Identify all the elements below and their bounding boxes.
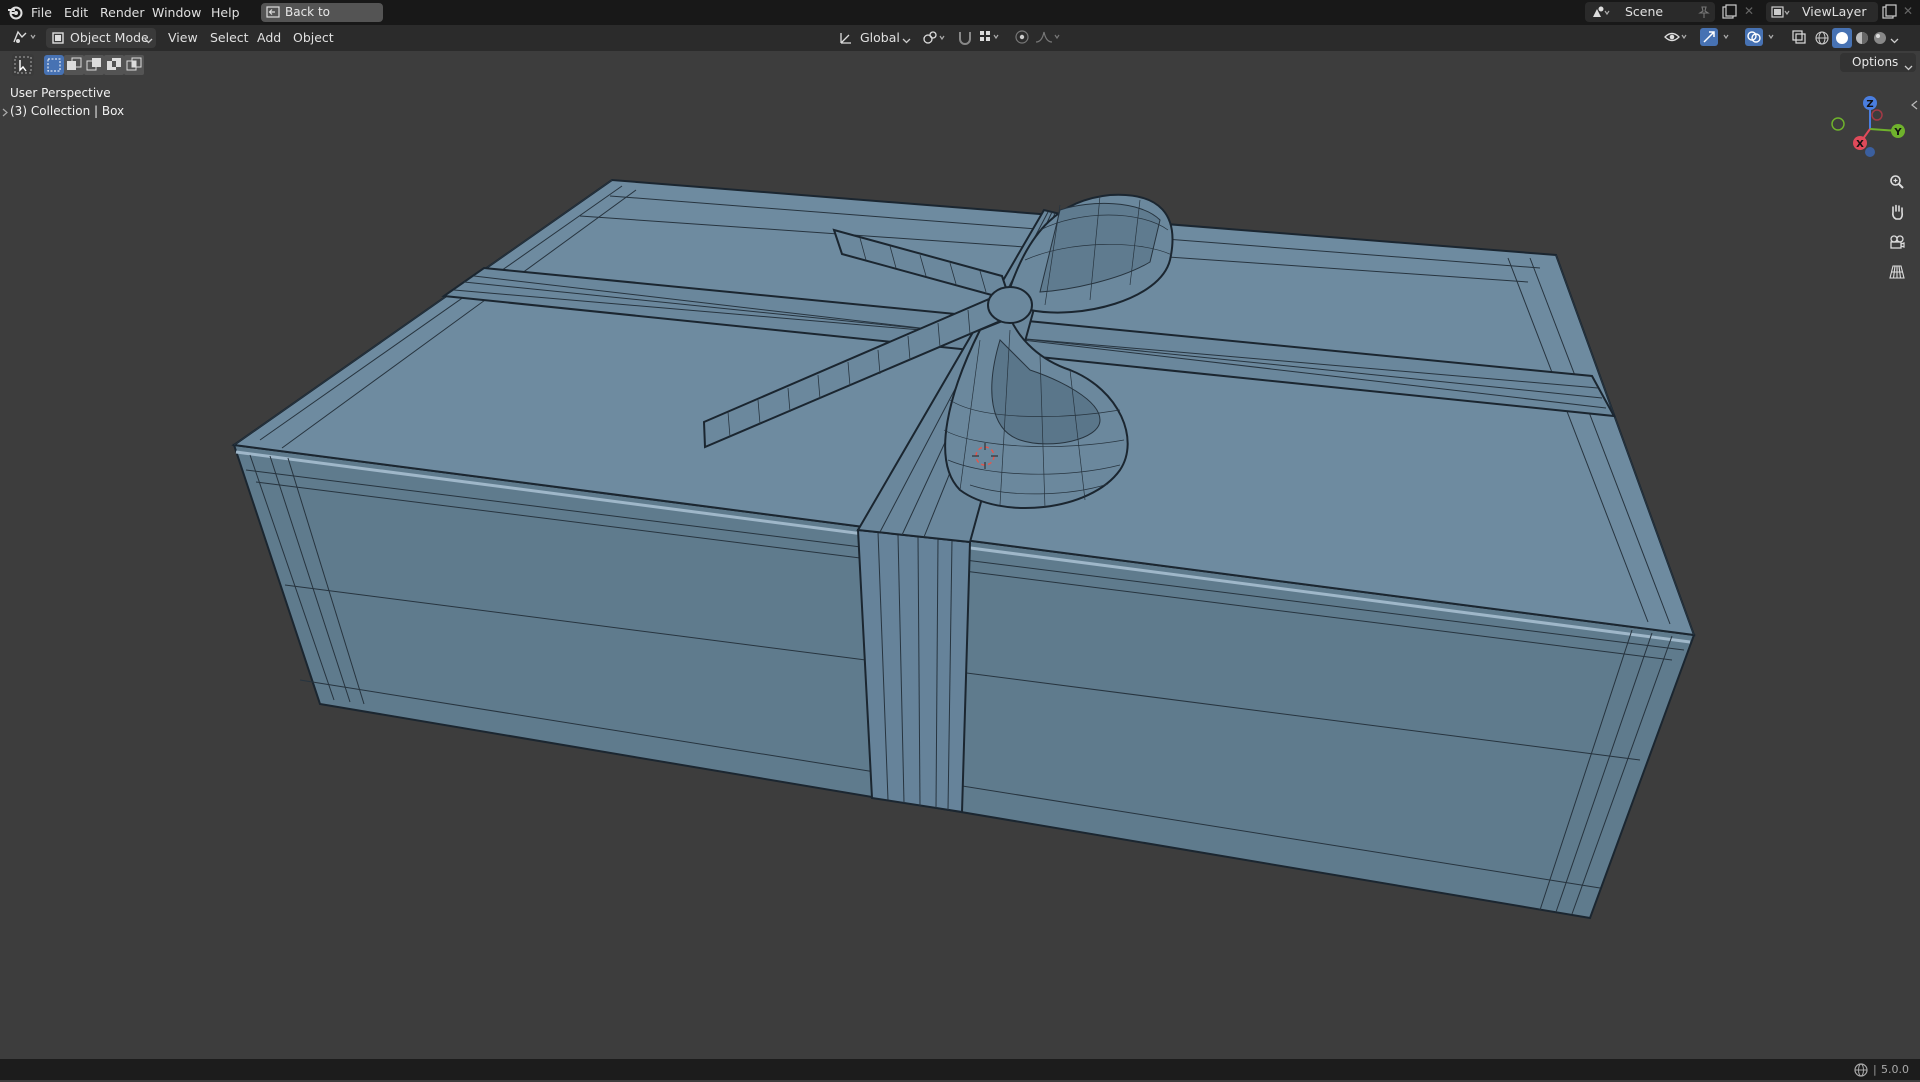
top-bar: File Edit Render Window Help Back to Pre… bbox=[0, 0, 1920, 38]
scene-icon bbox=[1591, 5, 1611, 23]
navigation-gizmo[interactable]: Z Y X bbox=[1820, 89, 1920, 169]
back-to-previous-button[interactable]: Back to Previous bbox=[261, 3, 383, 38]
perspective-toggle-button[interactable] bbox=[1884, 259, 1910, 285]
status-bar: | 5.0.0 bbox=[0, 1059, 1920, 1080]
gizmo-toggle-icon[interactable] bbox=[1700, 28, 1734, 50]
chevron-down-icon bbox=[144, 34, 153, 49]
bow-knot bbox=[987, 286, 1033, 324]
scene-selector[interactable]: Scene bbox=[1585, 2, 1715, 22]
new-view-layer-icon[interactable] bbox=[1881, 4, 1897, 24]
shading-mode-group bbox=[1812, 28, 1900, 48]
view-layer-selector[interactable]: ViewLayer bbox=[1766, 2, 1878, 22]
3d-viewport[interactable]: Options User Perspective (3) Collection … bbox=[0, 51, 1920, 1059]
overlays-toggle-icon[interactable] bbox=[1745, 28, 1779, 50]
gizmo-neg-z bbox=[1865, 147, 1875, 157]
solid-shading-icon[interactable] bbox=[1832, 28, 1852, 52]
falloff-icon[interactable] bbox=[1034, 29, 1062, 49]
view-layer-name[interactable]: ViewLayer bbox=[1802, 2, 1867, 22]
gizmo-z-label: Z bbox=[1866, 99, 1873, 110]
network-icon bbox=[1853, 1062, 1869, 1082]
new-scene-icon[interactable] bbox=[1721, 4, 1737, 24]
chevron-down-icon bbox=[902, 34, 911, 49]
gizmo-neg-y bbox=[1831, 117, 1845, 131]
gift-box-mesh[interactable] bbox=[0, 51, 1920, 1059]
remove-view-layer-icon[interactable]: ✕ bbox=[1903, 4, 1913, 18]
menu-window[interactable]: Window bbox=[152, 3, 201, 22]
sidebar-toggle-icon[interactable] bbox=[1911, 99, 1918, 114]
menu-add[interactable]: Add bbox=[257, 28, 281, 48]
grid-icon bbox=[1889, 264, 1905, 284]
wireframe-shading-icon[interactable] bbox=[1814, 30, 1830, 50]
gizmo-x-label: X bbox=[1856, 139, 1864, 150]
gizmo-y-label: Y bbox=[1893, 127, 1902, 138]
camera-icon bbox=[1889, 234, 1905, 254]
menu-edit[interactable]: Edit bbox=[64, 3, 88, 22]
menu-help[interactable]: Help bbox=[211, 3, 240, 22]
object-visibility-icon[interactable] bbox=[1663, 29, 1691, 49]
viewport-header: Object Mode View Select Add Object Globa… bbox=[0, 25, 1920, 51]
editor-type-icon[interactable] bbox=[12, 29, 40, 49]
menu-view[interactable]: View bbox=[168, 28, 198, 48]
gizmo-neg-x bbox=[1871, 109, 1883, 121]
snap-target-icon[interactable] bbox=[978, 29, 1004, 49]
mode-selector[interactable]: Object Mode bbox=[46, 28, 156, 48]
zoom-icon bbox=[1889, 174, 1905, 194]
pin-icon[interactable] bbox=[1697, 5, 1711, 23]
menu-select[interactable]: Select bbox=[210, 28, 249, 48]
blender-logo-icon[interactable] bbox=[6, 4, 24, 24]
pivot-point-icon[interactable] bbox=[922, 30, 950, 50]
scene-name[interactable]: Scene bbox=[1625, 2, 1663, 22]
back-icon bbox=[266, 5, 280, 25]
view-layer-icon bbox=[1770, 5, 1792, 23]
hand-icon bbox=[1889, 203, 1905, 225]
mode-label: Object Mode bbox=[70, 30, 149, 45]
orientation-icon bbox=[838, 31, 854, 49]
version-label: 5.0.0 bbox=[1881, 1063, 1909, 1076]
menu-file[interactable]: File bbox=[31, 3, 52, 22]
material-shading-icon[interactable] bbox=[1854, 30, 1870, 50]
menu-object[interactable]: Object bbox=[293, 28, 334, 48]
orientation-label: Global bbox=[860, 30, 900, 45]
rendered-shading-icon[interactable] bbox=[1872, 30, 1888, 50]
camera-view-button[interactable] bbox=[1884, 229, 1910, 255]
transform-orientation-selector[interactable]: Global bbox=[836, 28, 914, 48]
xray-toggle-icon[interactable] bbox=[1791, 29, 1807, 49]
remove-scene-icon[interactable]: ✕ bbox=[1744, 4, 1754, 18]
snap-toggle-icon[interactable] bbox=[956, 29, 974, 51]
pan-button[interactable] bbox=[1884, 199, 1910, 225]
zoom-button[interactable] bbox=[1884, 169, 1910, 195]
menu-render[interactable]: Render bbox=[100, 3, 145, 22]
proportional-editing-icon[interactable] bbox=[1014, 29, 1030, 49]
chevron-down-icon[interactable] bbox=[1890, 34, 1899, 49]
ribbon-band-front bbox=[856, 528, 972, 814]
object-mode-icon bbox=[51, 31, 65, 49]
